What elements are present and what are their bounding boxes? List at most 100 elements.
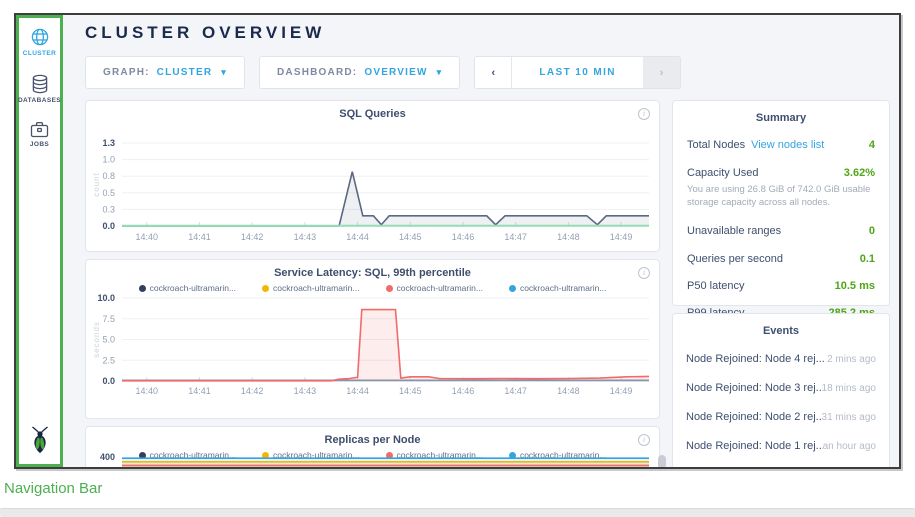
summary-row-capacity-used: Capacity Used 3.62% [673,167,889,179]
chevron-down-icon [437,67,443,78]
event-label: Node Rejoined: Node 4 rej... [686,353,825,365]
svg-text:14:42: 14:42 [241,232,264,242]
summary-row-queries-per-second: Queries per second 0.1 [673,253,889,265]
svg-text:14:46: 14:46 [452,232,475,242]
event-row[interactable]: Node Rejoined: Node 3 rej... 18 mins ago [673,382,889,394]
cockroach-bug-icon [27,426,52,454]
event-label: Node Rejoined: Node 2 rej... [686,411,822,423]
events-panel: Events Node Rejoined: Node 4 rej... 2 mi… [672,313,890,469]
dashboard-label: DASHBOARD: [277,67,357,78]
graph-value: CLUSTER [157,67,213,78]
summary-label: P50 latency [687,280,744,292]
dashboard-value: OVERVIEW [364,67,427,78]
svg-text:14:44: 14:44 [346,232,369,242]
svg-text:14:46: 14:46 [452,386,475,396]
summary-row-total-nodes: Total Nodes View nodes list 4 [673,139,889,151]
svg-text:14:47: 14:47 [504,386,527,396]
svg-text:14:48: 14:48 [557,386,580,396]
globe-icon [30,27,50,47]
summary-value: 0.1 [860,253,875,265]
summary-row-unavailable-ranges: Unavailable ranges 0 [673,225,889,237]
summary-title: Summary [673,112,889,124]
event-label: Node Rejoined: Node 1 rej... [686,440,823,452]
sql-queries-plot: 1.3 1.0 0.8 0.5 0.3 0.0 14:40 14:41 14:42 14:43 14… [86,101,659,251]
summary-label: Queries per second [687,253,783,265]
svg-text:14:41: 14:41 [188,386,211,396]
event-label: Node Rejoined: Node 3 rej... [686,382,822,394]
summary-value: 0 [869,225,875,237]
cockroachdb-logo[interactable] [27,426,52,459]
svg-text:14:42: 14:42 [241,386,264,396]
svg-text:0.8: 0.8 [102,171,115,181]
svg-text:14:43: 14:43 [294,386,317,396]
svg-text:seconds: seconds [92,321,101,358]
svg-text:14:44: 14:44 [346,386,369,396]
event-time: 18 mins ago [822,383,876,394]
event-row[interactable]: Node Rejoined: Node 4 rej... 2 mins ago [673,353,889,365]
navigation-bar: CLUSTER DATABASES JOBS [16,15,63,467]
graph-label: GRAPH: [103,67,150,78]
svg-text:14:49: 14:49 [610,232,633,242]
svg-text:count: count [92,172,101,197]
svg-text:0.0: 0.0 [102,221,115,231]
sidebar-item-databases[interactable]: DATABASES [18,74,61,104]
event-time: 2 mins ago [827,354,876,365]
summary-panel: Summary Total Nodes View nodes list 4 Cap… [672,100,890,306]
svg-text:14:40: 14:40 [136,232,159,242]
chevron-down-icon [221,67,227,78]
time-range-label[interactable]: LAST 10 MIN [512,57,643,88]
chart-card-sql-queries: SQL Queries 1.31.00.80.50.30.014:4014:41… [85,100,660,252]
summary-label: Unavailable ranges [687,225,781,237]
time-prev-button[interactable]: ‹ [475,57,512,88]
summary-value: 3.62% [844,167,875,179]
dashboard-controls: GRAPH: CLUSTER DASHBOARD: OVERVIEW ‹ LAS… [85,56,681,89]
bottom-divider-bar [0,508,915,517]
svg-text:1.0: 1.0 [102,155,115,165]
svg-text:14:48: 14:48 [557,232,580,242]
summary-value: 10.5 ms [835,280,875,292]
event-time: an hour ago [823,441,876,452]
page-title: CLUSTER OVERVIEW [85,23,325,43]
svg-text:14:45: 14:45 [399,232,422,242]
annotation-navigation-bar: Navigation Bar [4,480,102,497]
sidebar-item-cluster[interactable]: CLUSTER [23,27,57,57]
svg-text:14:40: 14:40 [136,386,159,396]
replicas-per-node-plot: 400 [86,427,659,469]
events-title: Events [673,325,889,337]
sidebar-item-label: JOBS [30,141,49,148]
main-content: CLUSTER OVERVIEW GRAPH: CLUSTER DASHBOAR… [63,15,899,467]
screenshot-page: CLUSTER DATABASES JOBS [0,0,915,517]
svg-text:400: 400 [100,452,115,462]
svg-text:0.0: 0.0 [102,376,115,386]
svg-text:2.5: 2.5 [102,355,115,365]
service-latency-plot: 10.07.55.02.50.014:4014:4114:4214:4314:4… [86,260,659,418]
event-row[interactable]: Node Rejoined: Node 2 rej... 31 mins ago [673,411,889,423]
event-row[interactable]: Node Rejoined: Node 1 rej... an hour ago [673,440,889,452]
svg-text:14:47: 14:47 [504,232,527,242]
svg-text:14:43: 14:43 [294,232,317,242]
sidebar-item-jobs[interactable]: JOBS [30,121,49,148]
svg-text:14:45: 14:45 [399,386,422,396]
svg-text:10.0: 10.0 [97,293,115,303]
summary-label: Total Nodes [687,139,745,151]
graph-selector[interactable]: GRAPH: CLUSTER [85,56,245,89]
summary-label: Capacity Used [687,167,759,179]
view-nodes-list-link[interactable]: View nodes list [751,139,824,151]
scrollbar-thumb[interactable] [658,455,666,469]
chart-card-replicas-per-node: Replicas per Node cockroach-ultramarin..… [85,426,660,469]
capacity-note: You are using 26.8 GiB of 742.0 GiB usab… [673,183,889,210]
event-time: 31 mins ago [822,412,876,423]
svg-text:5.0: 5.0 [102,335,115,345]
sidebar-item-label: CLUSTER [23,50,57,57]
svg-text:1.3: 1.3 [102,138,115,148]
briefcase-icon [30,121,49,138]
database-icon [31,74,49,94]
time-next-button[interactable]: › [643,57,680,88]
summary-value: 4 [869,139,875,151]
chart-card-service-latency: Service Latency: SQL, 99th percentile co… [85,259,660,419]
svg-text:0.5: 0.5 [102,188,115,198]
sidebar-item-label: DATABASES [18,97,61,104]
dashboard-selector[interactable]: DASHBOARD: OVERVIEW [259,56,460,89]
svg-text:14:41: 14:41 [188,232,211,242]
svg-text:0.3: 0.3 [102,204,115,214]
